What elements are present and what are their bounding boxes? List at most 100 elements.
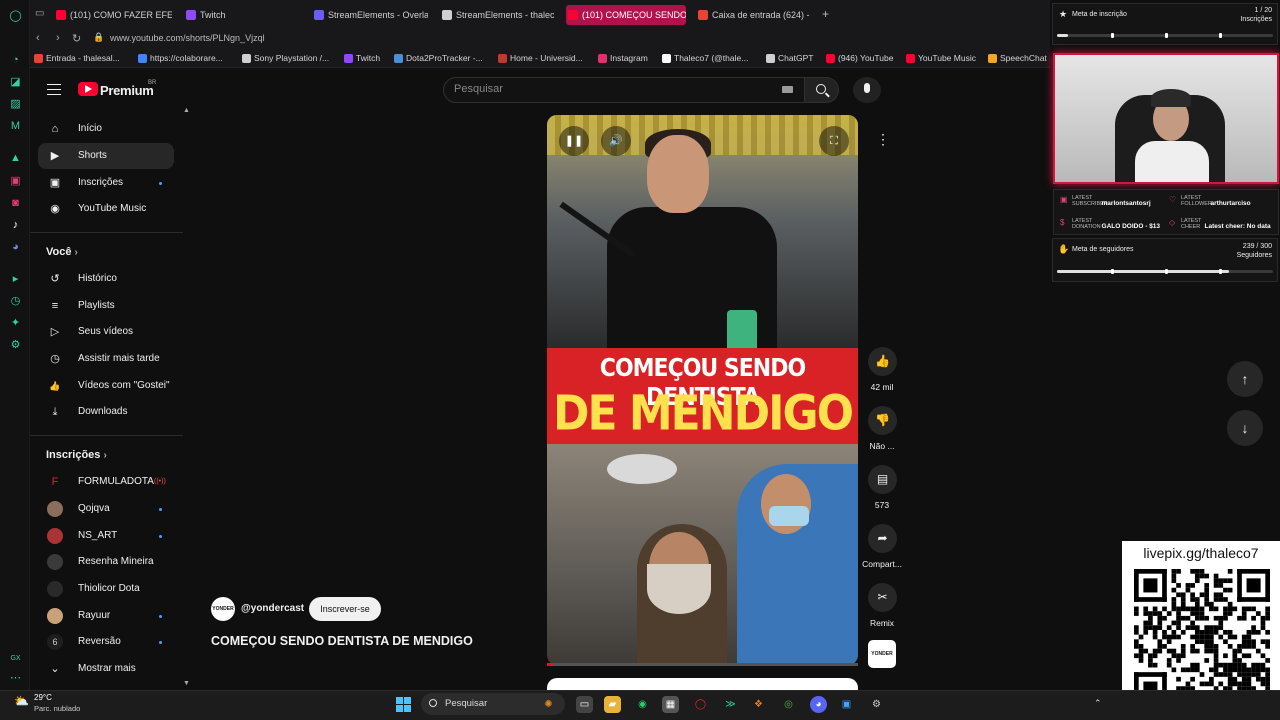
voice-search-button[interactable] [853,77,881,103]
reload-icon[interactable]: ↻ [72,32,81,45]
menu-icon[interactable] [47,84,61,95]
extensions-icon[interactable]: ✦ [9,317,22,330]
sub-channel-item[interactable]: Thiolicor Dota [38,576,174,602]
tiktok-sidebar-icon[interactable]: ♪ [9,219,22,232]
nav-downloads[interactable]: ⤓ Downloads [38,399,174,425]
bookmark-4[interactable]: Dota2ProTracker -... [394,53,483,63]
subscriptions-section-title[interactable]: Inscrições › [46,449,107,461]
opera-gx-icon[interactable]: ◯ [692,696,709,713]
channel-avatar[interactable]: YONDER [211,597,235,621]
tab-1[interactable]: Twitch [184,5,294,25]
short-video-player[interactable]: COMEÇOU SENDO DENTISTA DE MENDIGO ❚❚ 🔊 ⛶ [547,115,858,665]
new-tab-icon[interactable]: + [822,7,829,21]
chrome-icon[interactable]: ◎ [780,696,797,713]
sub-channel-item[interactable]: NS_ART [38,523,174,549]
tab-4-active[interactable]: (101) COMEÇOU SENDO [566,5,686,25]
share-button[interactable]: ➦ [868,524,897,553]
youtube-logo-icon[interactable] [78,82,98,96]
history-sidebar-icon[interactable]: ◷ [9,295,22,308]
bookmark-5[interactable]: Home - Universid... [498,53,583,63]
forward-icon[interactable]: › [56,32,60,44]
volume-button[interactable]: 🔊 [601,126,631,156]
bookmark-8[interactable]: ChatGPT [766,53,813,63]
task-view-icon[interactable]: ▭ [576,696,593,713]
tab-2[interactable]: StreamElements - Overlay [312,5,428,25]
gx-mods-icon[interactable]: GX [9,652,22,665]
like-button[interactable]: 👍 [868,347,897,376]
bookmark-9[interactable]: (946) YouTube [826,53,893,63]
tab-3[interactable]: StreamElements - thaleco [440,5,554,25]
nav-shorts[interactable]: ▶ Shorts [38,143,174,169]
subscribe-button[interactable]: Inscrever-se [309,597,381,621]
nav-youtube-music[interactable]: ◉ YouTube Music [38,196,174,222]
weather-temp[interactable]: 29°C [34,693,52,702]
settings-app-icon[interactable]: ⚙ [868,696,885,713]
discord-icon[interactable]: ◕ [810,696,827,713]
tab-5[interactable]: Caixa de entrada (624) - t [696,5,812,25]
bookmark-7[interactable]: Thaleco7 (@thale... [662,53,748,63]
sound-thumbnail[interactable]: YONDER [868,640,896,668]
aria-icon[interactable]: ▲ [9,152,22,165]
logo-text[interactable]: Premium [100,83,154,98]
bookmark-10[interactable]: YouTube Music [906,53,976,63]
settings-icon[interactable]: ⚙ [9,339,22,352]
gx-corner-icon[interactable]: ◪ [9,76,22,89]
you-section-title[interactable]: Você › [46,246,78,258]
fullscreen-button[interactable]: ⛶ [819,126,849,156]
dislike-button[interactable]: 👎 [868,406,897,435]
discord-sidebar-icon[interactable]: ◕ [9,241,22,254]
gx-control-icon[interactable]: ◔ [9,54,22,67]
more-sidebar-icon[interactable]: ⋯ [9,672,22,685]
bookmark-1[interactable]: https://colaborare... [138,53,223,63]
tab-menu-icon[interactable]: ▭ [35,8,44,19]
nav-scroll-up-icon[interactable]: ▲ [183,107,190,114]
terminal-icon[interactable]: ≫ [722,696,739,713]
weather-desc[interactable]: Parc. nublado [34,704,80,713]
file-explorer-icon[interactable]: ▰ [604,696,621,713]
sub-channel-item[interactable]: Qojqva [38,496,174,522]
bookmark-0[interactable]: Entrada - thalesal... [34,53,120,63]
player-icon[interactable]: ▸ [9,273,22,286]
back-icon[interactable]: ‹ [36,32,40,44]
opera-gx-logo-icon[interactable]: ◯ [9,10,22,23]
store-icon[interactable]: ▣ [838,696,855,713]
nav-your-videos[interactable]: ▷ Seus vídeos [38,319,174,345]
url-field[interactable]: www.youtube.com/shorts/PLNgn_Vjzql [110,33,265,43]
weather-icon[interactable]: ⛅ [14,694,30,708]
previous-short-button[interactable]: ↑ [1227,361,1263,397]
more-options-icon[interactable]: ⋮ [876,131,890,148]
whatsapp-icon[interactable]: ◉ [634,696,651,713]
nav-playlists[interactable]: ≡ Playlists [38,293,174,319]
pause-button[interactable]: ❚❚ [559,126,589,156]
video-title[interactable]: COMEÇOU SENDO DENTISTA DE MENDIGO [211,634,473,648]
sub-channel-item[interactable]: F FORMULADOTA ((•)) [38,469,174,495]
tray-expand-icon[interactable]: ⌃ [1094,698,1102,709]
colorful-app-icon[interactable]: ❖ [750,696,767,713]
keyboard-icon[interactable] [782,86,793,93]
sub-channel-item[interactable]: 6 Reversão [38,629,174,655]
tab-0[interactable]: (101) COMO FAZER EFEITO [54,5,172,25]
bookmark-3[interactable]: Twitch [344,53,380,63]
next-short-button[interactable]: ↓ [1227,410,1263,446]
sub-channel-item[interactable]: Rayuur [38,603,174,629]
gx-cleaner-icon[interactable]: ▨ [9,98,22,111]
video-progress-bar[interactable] [547,663,858,666]
nav-subscriptions[interactable]: ▣ Inscrições [38,170,174,196]
nav-scroll-down-icon[interactable]: ▼ [183,680,190,687]
sub-channel-item[interactable]: Resenha Mineira [38,549,174,575]
bookmark-11[interactable]: SpeechChat [988,53,1047,63]
messenger-icon[interactable]: M [9,120,22,133]
nav-history[interactable]: ↺ Histórico [38,266,174,292]
remix-button[interactable]: ✂ [868,583,897,612]
search-button[interactable] [805,77,839,103]
start-button[interactable] [396,697,412,713]
nav-liked-videos[interactable]: 👍 Vídeos com "Gostei" [38,373,174,399]
channel-name[interactable]: @yondercast [241,603,304,614]
twitch-sidebar-icon[interactable]: ▣ [9,175,22,188]
comments-button[interactable]: ▤ [868,465,897,494]
nav-watch-later[interactable]: ◷ Assistir mais tarde [38,346,174,372]
bookmark-2[interactable]: Sony Playstation /... [242,53,329,63]
calculator-icon[interactable]: ▦ [662,696,679,713]
search-highlight-icon[interactable]: ✺ [540,696,557,713]
show-more-button[interactable]: ⌄ Mostrar mais [38,656,174,682]
